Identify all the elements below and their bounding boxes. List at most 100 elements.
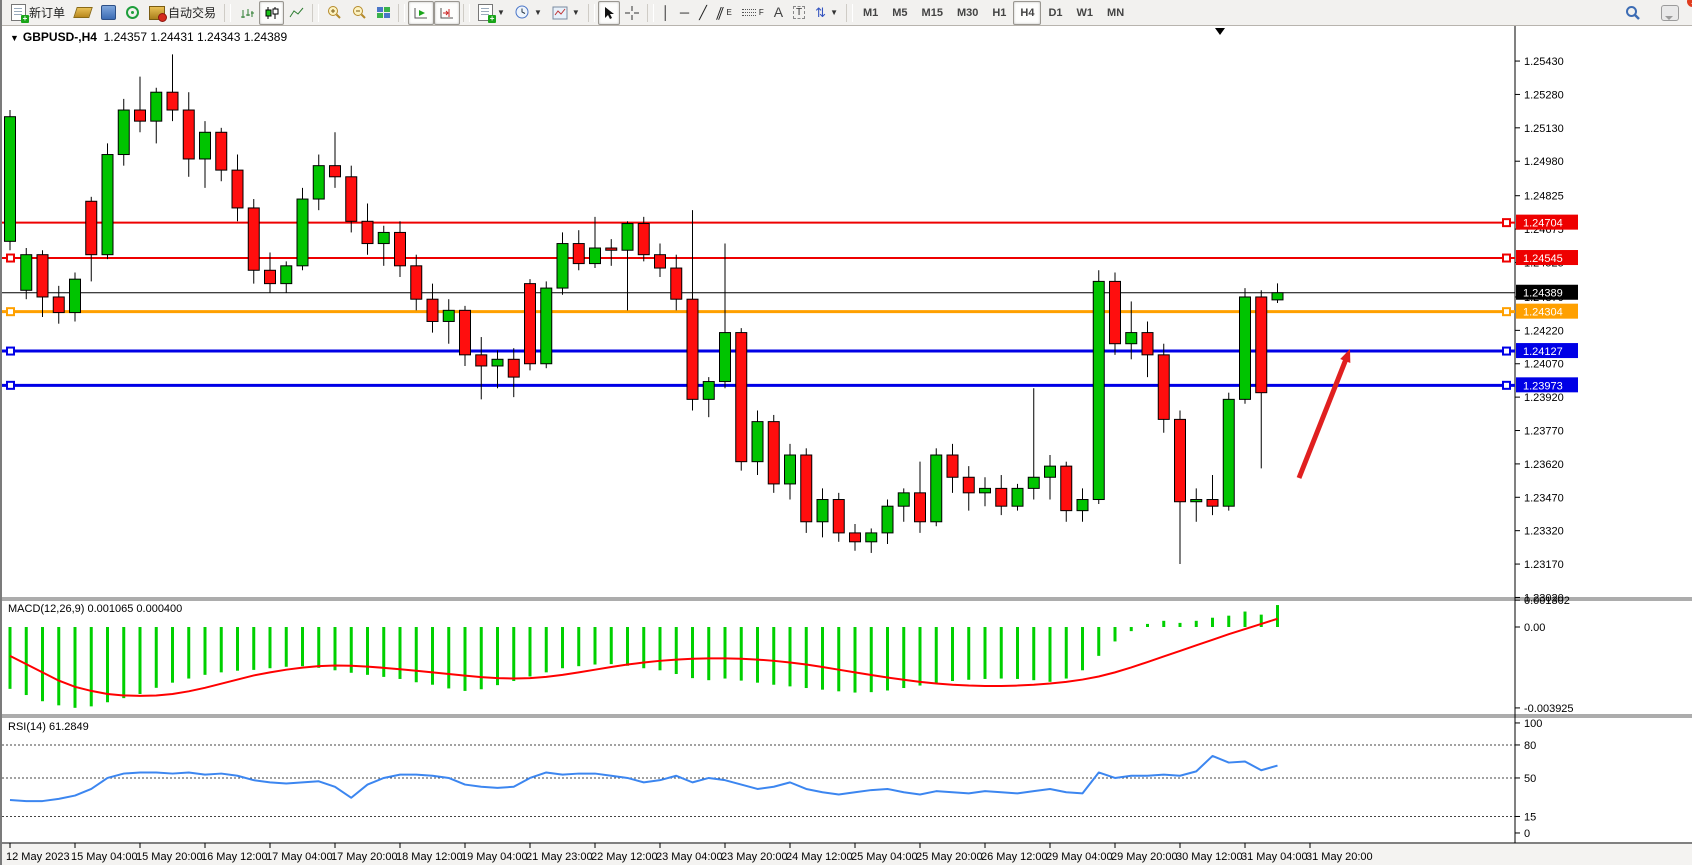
candle xyxy=(200,132,211,159)
candle xyxy=(573,244,584,264)
horizontal-line-tool[interactable]: ─ xyxy=(675,1,694,25)
timeframe-button-mn[interactable]: MN xyxy=(1100,1,1131,25)
arrows-tool[interactable]: ⇅▼ xyxy=(810,1,843,25)
collapse-triangle-icon[interactable]: ▼ xyxy=(10,33,19,43)
periods-button[interactable]: ▼ xyxy=(510,1,547,25)
line-handle[interactable] xyxy=(1503,382,1510,389)
notifications-button[interactable]: 1 xyxy=(1656,1,1684,25)
time-label: 21 May 23:00 xyxy=(526,851,593,863)
svg-text:1.23620: 1.23620 xyxy=(1524,459,1564,471)
macd-bar xyxy=(594,627,597,665)
fibonacci-icon xyxy=(742,9,756,16)
line-handle[interactable] xyxy=(1503,308,1510,315)
chart-shift-icon xyxy=(439,6,455,20)
toolbar-separator xyxy=(463,4,470,22)
candle xyxy=(281,266,292,284)
text-label-icon: T xyxy=(793,6,805,19)
timeframe-button-h4[interactable]: H4 xyxy=(1013,1,1041,25)
macd-bar xyxy=(269,627,272,668)
auto-scroll-button[interactable] xyxy=(408,1,434,25)
macd-bar xyxy=(496,627,499,685)
macd-bar xyxy=(220,627,223,672)
macd-bar xyxy=(399,627,402,679)
line-handle[interactable] xyxy=(7,382,14,389)
timeframe-button-h1[interactable]: H1 xyxy=(985,1,1013,25)
cursor-button[interactable] xyxy=(598,1,620,25)
macd-bar xyxy=(447,627,450,688)
macd-bar xyxy=(837,627,840,691)
notification-badge: 1 xyxy=(1687,0,1692,7)
vertical-line-tool[interactable]: │ xyxy=(657,1,675,25)
text-tool[interactable]: A xyxy=(769,1,788,25)
zoom-in-button[interactable] xyxy=(322,1,347,25)
chart-shift-button[interactable] xyxy=(434,1,460,25)
line-handle[interactable] xyxy=(7,255,14,262)
timeframe-button-m30[interactable]: M30 xyxy=(950,1,985,25)
macd-bar xyxy=(805,627,808,688)
crosshair-icon xyxy=(625,6,639,20)
timeframe-button-d1[interactable]: D1 xyxy=(1041,1,1069,25)
time-label: 22 May 12:00 xyxy=(591,851,658,863)
zoom-out-icon xyxy=(352,5,367,20)
timeframe-button-m1[interactable]: M1 xyxy=(856,1,885,25)
chart-window[interactable]: ▼GBPUSD-,H4 1.24357 1.24431 1.24343 1.24… xyxy=(2,26,1692,865)
auto-trading-button[interactable]: 自动交易 xyxy=(144,1,221,25)
crosshair-button[interactable] xyxy=(620,1,644,25)
toolbar-separator xyxy=(588,4,595,22)
timeframe-button-w1[interactable]: W1 xyxy=(1070,1,1101,25)
toolbar-separator xyxy=(398,4,405,22)
candle xyxy=(768,422,779,484)
time-label: 31 May 04:00 xyxy=(1241,851,1308,863)
timeframe-button-m5[interactable]: M5 xyxy=(885,1,914,25)
templates-button[interactable]: ▼ xyxy=(547,1,585,25)
profiles-button[interactable] xyxy=(96,1,121,25)
candle xyxy=(1158,355,1169,420)
line-handle[interactable] xyxy=(7,348,14,355)
macd-bar xyxy=(935,627,938,683)
indicators-icon: + xyxy=(478,4,493,21)
zoom-out-button[interactable] xyxy=(347,1,372,25)
time-label: 17 May 04:00 xyxy=(266,851,333,863)
signals-button[interactable] xyxy=(121,1,144,25)
line-chart-button[interactable] xyxy=(284,1,309,25)
macd-bar xyxy=(1065,627,1068,679)
candle xyxy=(850,533,861,542)
macd-bar xyxy=(512,627,515,681)
new-order-button[interactable]: + 新订单 xyxy=(6,1,70,25)
chart-canvas[interactable]: 1.254301.252801.251301.249801.248251.246… xyxy=(2,26,1692,865)
search-button[interactable] xyxy=(1620,1,1646,25)
macd-bar xyxy=(529,627,532,676)
svg-text:50: 50 xyxy=(1524,773,1536,785)
indicators-button[interactable]: +▼ xyxy=(473,1,510,25)
timeframe-button-m15[interactable]: M15 xyxy=(915,1,950,25)
candle xyxy=(1012,488,1023,506)
candle xyxy=(752,422,763,462)
candle xyxy=(21,255,32,291)
tile-windows-button[interactable] xyxy=(372,1,395,25)
macd-bar xyxy=(1227,616,1230,627)
text-label-tool[interactable]: T xyxy=(788,1,810,25)
macd-bar xyxy=(870,627,873,692)
macd-bar xyxy=(155,627,158,688)
macd-bar xyxy=(317,627,320,668)
svg-text:1.23973: 1.23973 xyxy=(1523,380,1563,392)
channel-tool[interactable]: ∥E xyxy=(712,1,737,25)
fibonacci-tool[interactable]: F xyxy=(737,1,769,25)
bar-chart-button[interactable] xyxy=(234,1,259,25)
macd-bar xyxy=(675,627,678,674)
candle xyxy=(671,268,682,299)
line-handle[interactable] xyxy=(7,308,14,315)
line-handle[interactable] xyxy=(1503,348,1510,355)
tile-windows-icon xyxy=(377,7,390,18)
trendline-tool[interactable]: ╱ xyxy=(694,1,712,25)
candle xyxy=(1110,281,1121,343)
macd-bar xyxy=(772,627,775,685)
candle xyxy=(135,110,146,121)
line-handle[interactable] xyxy=(1503,255,1510,262)
line-handle[interactable] xyxy=(1503,219,1510,226)
svg-text:1.24980: 1.24980 xyxy=(1524,156,1564,168)
candle xyxy=(736,333,747,462)
styler-button[interactable] xyxy=(70,1,96,25)
candlestick-chart-button[interactable] xyxy=(259,1,284,25)
macd-bar xyxy=(951,627,954,681)
